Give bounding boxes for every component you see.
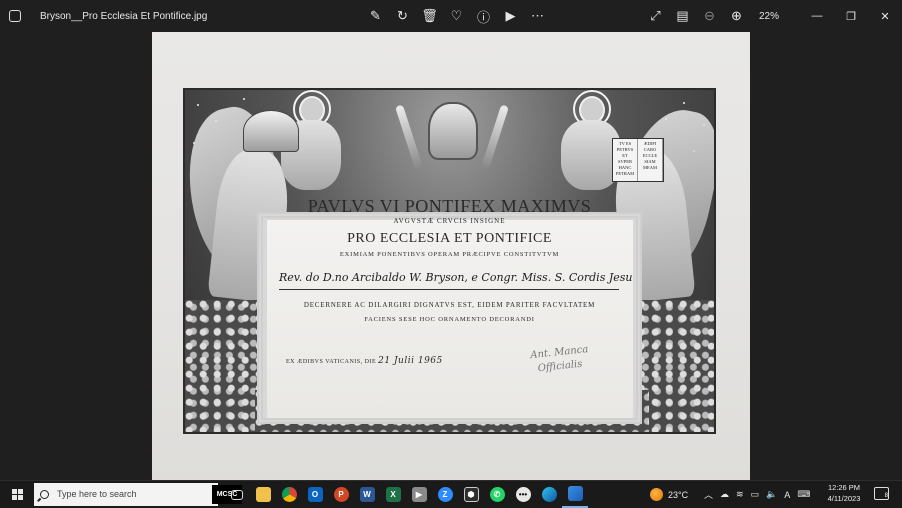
chevron-up-icon[interactable]: ︿ xyxy=(704,488,713,501)
certificate-line-3: DECERNERE AC DILARGIRI DIGNATVS EST, EID… xyxy=(303,301,596,309)
file-explorer-button[interactable] xyxy=(250,481,276,508)
excel-button[interactable]: X xyxy=(380,481,406,508)
edit-image-icon[interactable]: ✎ xyxy=(362,0,389,32)
zoom-button[interactable]: Z xyxy=(432,481,458,508)
basilica-model-image xyxy=(243,110,299,152)
close-button[interactable]: ✕ xyxy=(868,0,902,32)
search-icon xyxy=(40,489,49,499)
image-toolbar: ✎ ↻ 🗑 ♡ ⓘ ▶ ⋯ xyxy=(362,0,551,32)
outlook-button[interactable]: O xyxy=(302,481,328,508)
window-title: Bryson__Pro Ecclesia Et Pontifice.jpg xyxy=(40,10,208,22)
photos-app-window: Bryson__Pro Ecclesia Et Pontifice.jpg ✎ … xyxy=(0,0,902,480)
slideshow-icon[interactable]: ▶ xyxy=(497,0,524,32)
minimize-button[interactable]: — xyxy=(800,0,834,32)
certificate-date: EX ÆDIBVS VATICANIS, DIE 21 Julii 1965 xyxy=(286,356,443,366)
filmstrip-icon[interactable]: ▤ xyxy=(669,0,696,32)
language-indicator[interactable]: A xyxy=(784,490,790,500)
edge-icon xyxy=(541,487,557,502)
zoom-level[interactable]: 22% xyxy=(750,11,788,22)
chat-icon: ••• xyxy=(515,487,531,502)
photos-button[interactable] xyxy=(562,481,588,508)
shield-icon: ⬢ xyxy=(463,487,479,502)
word-icon: W xyxy=(359,487,375,502)
zoom-in-icon[interactable]: ⊕ xyxy=(723,0,750,32)
whatsapp-icon: ✆ xyxy=(489,487,505,502)
whatsapp-button[interactable]: ✆ xyxy=(484,481,510,508)
date-prefix: EX ÆDIBVS VATICANIS, DIE xyxy=(286,359,377,365)
powerpoint-button[interactable]: P xyxy=(328,481,354,508)
powerpoint-icon: P xyxy=(333,487,349,502)
open-book-image: TV ES PETRVS ET SVPER HANC PETRAM ÆDIFI … xyxy=(612,138,664,182)
date-handwritten: 21 Julii 1965 xyxy=(378,356,443,366)
info-icon[interactable]: ⓘ xyxy=(470,0,497,32)
volume-icon[interactable]: 🔈 xyxy=(766,489,777,500)
task-view-icon xyxy=(231,489,243,500)
award-subtitle: EXIMIAM PONENTIBVS OPERAM PRÆCIPVE CONST… xyxy=(339,251,560,258)
taskbar-clock[interactable]: 12:26 PM 4/11/2023 xyxy=(820,482,868,504)
taskbar: Type here to search MCSC O P W X ▶ Z ⬢ ✆… xyxy=(0,480,902,508)
papal-tiara-image xyxy=(428,102,478,160)
media-player-icon: ▶ xyxy=(411,487,427,502)
notification-center-icon[interactable]: 8 xyxy=(874,487,889,500)
edge-button[interactable] xyxy=(536,481,562,508)
award-title: PRO ECCLESIA ET PONTIFICE xyxy=(347,231,552,246)
view-controls: ⤢ ▤ ⊖ ⊕ 22% xyxy=(642,0,788,32)
task-view-button[interactable] xyxy=(224,481,250,508)
battery-icon[interactable]: ▭ xyxy=(751,489,760,500)
authenticator-button[interactable]: ⬢ xyxy=(458,481,484,508)
certificate-line-4: FACIENS SESE HOC ORNAMENTO DECORANDI xyxy=(364,316,535,323)
certificate-heading: PAVLVS VI PONTIFEX MAXIMVS xyxy=(307,196,592,216)
sun-icon xyxy=(650,488,663,501)
book-left-text: TV ES PETRVS ET SVPER HANC PETRAM xyxy=(613,139,638,181)
delete-icon[interactable]: 🗑 xyxy=(416,0,443,32)
rotate-icon[interactable]: ↻ xyxy=(389,0,416,32)
windows-logo-icon xyxy=(11,488,23,500)
clock-time: 12:26 PM xyxy=(827,483,861,492)
media-player-button[interactable]: ▶ xyxy=(406,481,432,508)
maximize-button[interactable]: ❐ xyxy=(834,0,868,32)
chrome-icon xyxy=(281,487,297,502)
wifi-icon[interactable]: ≋ xyxy=(736,489,744,500)
word-button[interactable]: W xyxy=(354,481,380,508)
keyboard-icon[interactable]: ⌨ xyxy=(797,489,810,500)
start-button[interactable] xyxy=(0,481,34,508)
photos-icon xyxy=(567,486,583,501)
messenger-button[interactable]: ••• xyxy=(510,481,536,508)
outlook-icon: O xyxy=(307,487,323,502)
recipient-name: Rev. do D.no Arcibaldo W. Bryson, e Cong… xyxy=(279,268,632,290)
title-bar: Bryson__Pro Ecclesia Et Pontifice.jpg ✎ … xyxy=(0,0,902,32)
zoom-out-icon[interactable]: ⊖ xyxy=(696,0,723,32)
window-controls: — ❐ ✕ xyxy=(800,0,902,32)
pinned-apps: O P W X ▶ Z ⬢ ✆ ••• xyxy=(224,481,588,508)
book-right-text: ÆDIFI CABO ECCLE SIAM MEAM xyxy=(638,139,663,181)
chrome-button[interactable] xyxy=(276,481,302,508)
weather-temperature: 23°C xyxy=(668,489,689,500)
taskbar-search-box[interactable]: Type here to search MCSC xyxy=(34,482,242,506)
expand-icon[interactable]: ⤢ xyxy=(642,0,669,32)
folder-icon xyxy=(255,487,271,502)
certificate-image: TV ES PETRVS ET SVPER HANC PETRAM ÆDIFI … xyxy=(183,88,716,434)
more-icon[interactable]: ⋯ xyxy=(524,0,551,32)
certificate-subheading: AVGVSTÆ CRVCIS INSIGNE xyxy=(393,217,506,225)
photos-app-icon[interactable] xyxy=(0,0,30,32)
system-tray: ︿ ☁ ≋ ▭ 🔈 A ⌨ xyxy=(704,481,810,508)
cloud-icon[interactable]: ☁ xyxy=(720,489,729,500)
clock-date: 4/11/2023 xyxy=(827,494,861,503)
favorite-icon[interactable]: ♡ xyxy=(443,0,470,32)
zoom-app-icon: Z xyxy=(437,487,453,502)
search-placeholder: Type here to search xyxy=(57,489,137,499)
excel-icon: X xyxy=(385,487,401,502)
photo-canvas[interactable]: TV ES PETRVS ET SVPER HANC PETRAM ÆDIFI … xyxy=(152,32,750,480)
weather-widget[interactable]: 23°C xyxy=(650,481,688,508)
notification-count: 8 xyxy=(884,493,888,499)
